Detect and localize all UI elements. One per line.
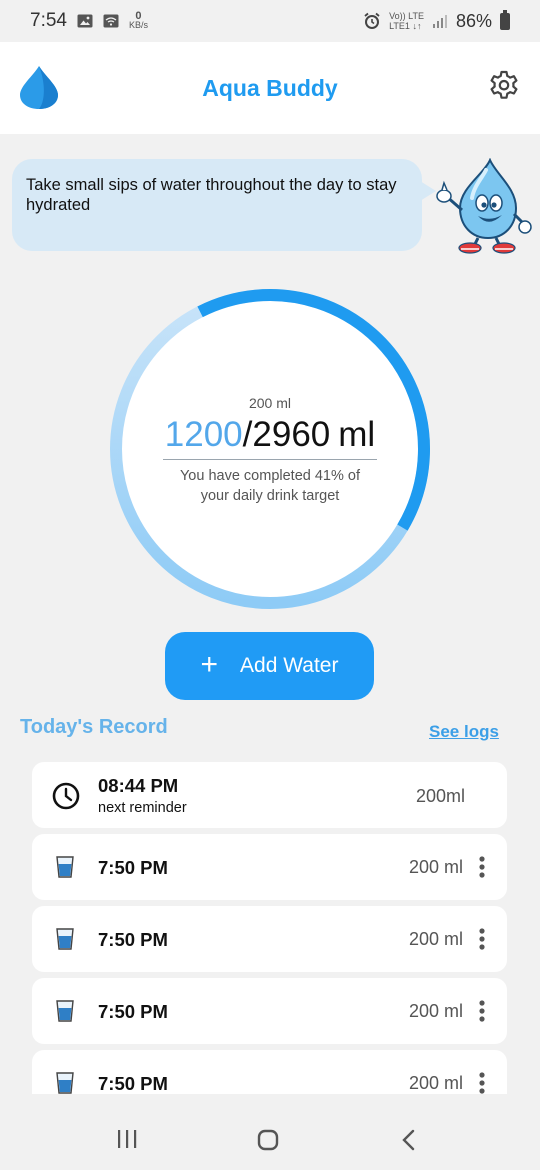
network-labels: Vo)) LTE LTE1 ↓↑	[389, 11, 424, 31]
status-bar: 7:54 0 KB/s Vo)) LTE LTE1 ↓↑ 86%	[0, 0, 540, 42]
plus-icon: +	[200, 647, 219, 681]
todays-record-title: Today's Record	[20, 716, 168, 738]
add-water-label: Add Water	[240, 654, 339, 677]
clock-icon	[52, 782, 80, 810]
progress-summary: 200 ml 1200/2960 ml You have completed 41…	[107, 286, 433, 612]
entry-amount: 200 ml	[408, 929, 463, 949]
progress-ring: 200 ml 1200/2960 ml You have completed 41…	[107, 286, 433, 612]
lte1-label: LTE1	[389, 21, 410, 31]
gear-icon[interactable]	[488, 70, 520, 102]
alarm-icon	[364, 12, 380, 29]
signal-icon	[432, 15, 447, 28]
tip-text: Take small sips of water throughout the …	[26, 176, 397, 214]
next-reminder-card[interactable]: 08:44 PM next reminder 200ml	[32, 762, 507, 828]
entry-time: 7:50 PM	[98, 857, 168, 878]
entry-time: 7:50 PM	[98, 1073, 168, 1094]
more-vert-icon[interactable]	[477, 1071, 487, 1094]
list-item[interactable]: 7:50 PM 200 ml	[32, 1050, 507, 1094]
more-vert-icon[interactable]	[477, 999, 487, 1023]
tip-bubble: Take small sips of water throughout the …	[12, 159, 436, 251]
app-title: Aqua Buddy	[202, 74, 338, 101]
network-speed-unit: KB/s	[128, 20, 148, 30]
volte-label: Vo))	[389, 11, 406, 21]
list-item[interactable]: 7:50 PM 200 ml	[32, 978, 507, 1044]
entry-amount: 200 ml	[408, 1073, 463, 1093]
entry-time: 7:50 PM	[98, 1001, 168, 1022]
status-time: 7:54	[30, 10, 67, 31]
status-left: 7:54 0 KB/s	[30, 10, 148, 32]
more-vert-icon[interactable]	[477, 855, 487, 879]
water-drop-mascot-icon	[436, 158, 532, 254]
list-item[interactable]: 7:50 PM 200 ml	[32, 834, 507, 900]
recents-icon[interactable]	[117, 1130, 137, 1148]
reminder-amount: 200ml	[415, 786, 465, 806]
record-list: 08:44 PM next reminder 200ml 7:50 PM 200…	[32, 762, 507, 1094]
water-glass-icon	[56, 856, 74, 878]
reminder-time: 08:44 PM	[98, 775, 179, 796]
entry-amount: 200 ml	[408, 857, 463, 877]
more-vert-icon[interactable]	[477, 927, 487, 951]
water-glass-icon	[56, 1000, 74, 1022]
wifi-notification-icon	[103, 14, 119, 28]
system-nav-bar	[0, 1094, 540, 1170]
home-icon[interactable]	[257, 1129, 279, 1151]
progress-percent-text: You have completed 41% of your daily dri…	[179, 467, 361, 504]
water-glass-icon	[56, 928, 74, 950]
status-right: Vo)) LTE LTE1 ↓↑ 86%	[363, 9, 510, 32]
reminder-label: next reminder	[98, 800, 187, 816]
amount-separator: /	[242, 414, 253, 454]
current-intake: 1200	[164, 414, 243, 454]
lte-label: LTE	[408, 11, 424, 21]
amount-unit: ml	[338, 414, 376, 454]
entry-amount: 200 ml	[408, 1001, 463, 1021]
target-intake: 2960	[252, 414, 331, 454]
water-glass-icon	[56, 1072, 74, 1094]
entry-time: 7:50 PM	[98, 929, 168, 950]
water-drop-icon	[20, 66, 58, 109]
add-water-button[interactable]: + Add Water	[165, 632, 374, 700]
list-item[interactable]: 7:50 PM 200 ml	[32, 906, 507, 972]
see-logs-link[interactable]: See logs	[429, 722, 499, 742]
amount-line: 1200/2960 ml	[162, 414, 378, 460]
gallery-notification-icon	[77, 14, 93, 28]
glass-size-label: 200 ml	[248, 394, 292, 411]
network-speed: 0 KB/s	[128, 11, 148, 30]
app-bar: Aqua Buddy	[0, 42, 540, 134]
battery-percent: 86%	[455, 10, 492, 31]
back-icon[interactable]	[401, 1129, 415, 1151]
battery-icon	[500, 9, 510, 30]
